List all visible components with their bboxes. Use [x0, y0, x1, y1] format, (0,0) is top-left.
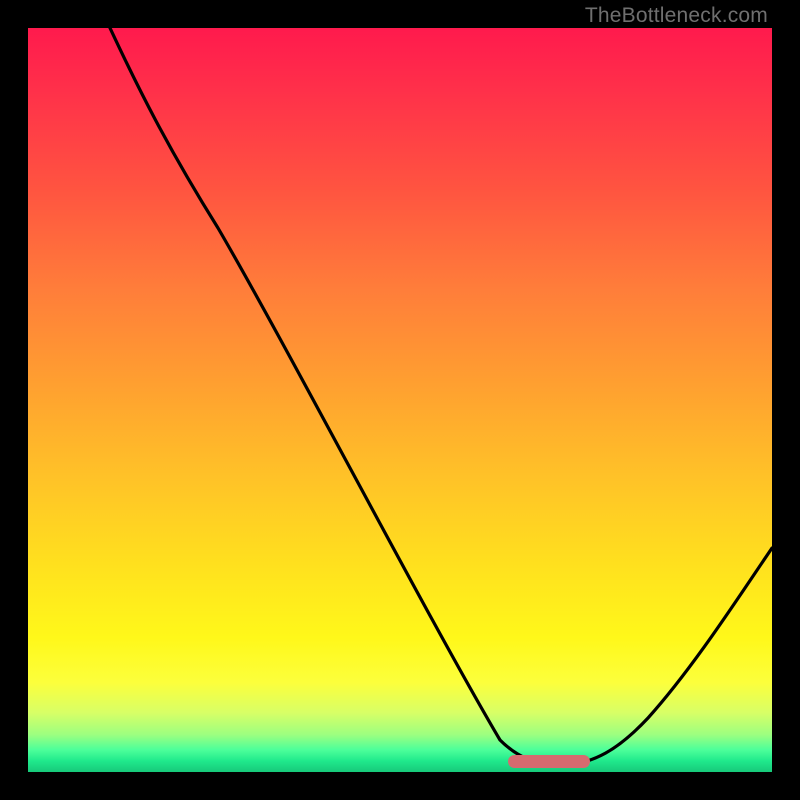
curve-path	[110, 28, 772, 765]
chart-frame	[28, 28, 772, 772]
bottleneck-curve	[28, 28, 772, 772]
watermark-text: TheBottleneck.com	[585, 4, 768, 28]
optimal-range-pill	[508, 755, 590, 768]
